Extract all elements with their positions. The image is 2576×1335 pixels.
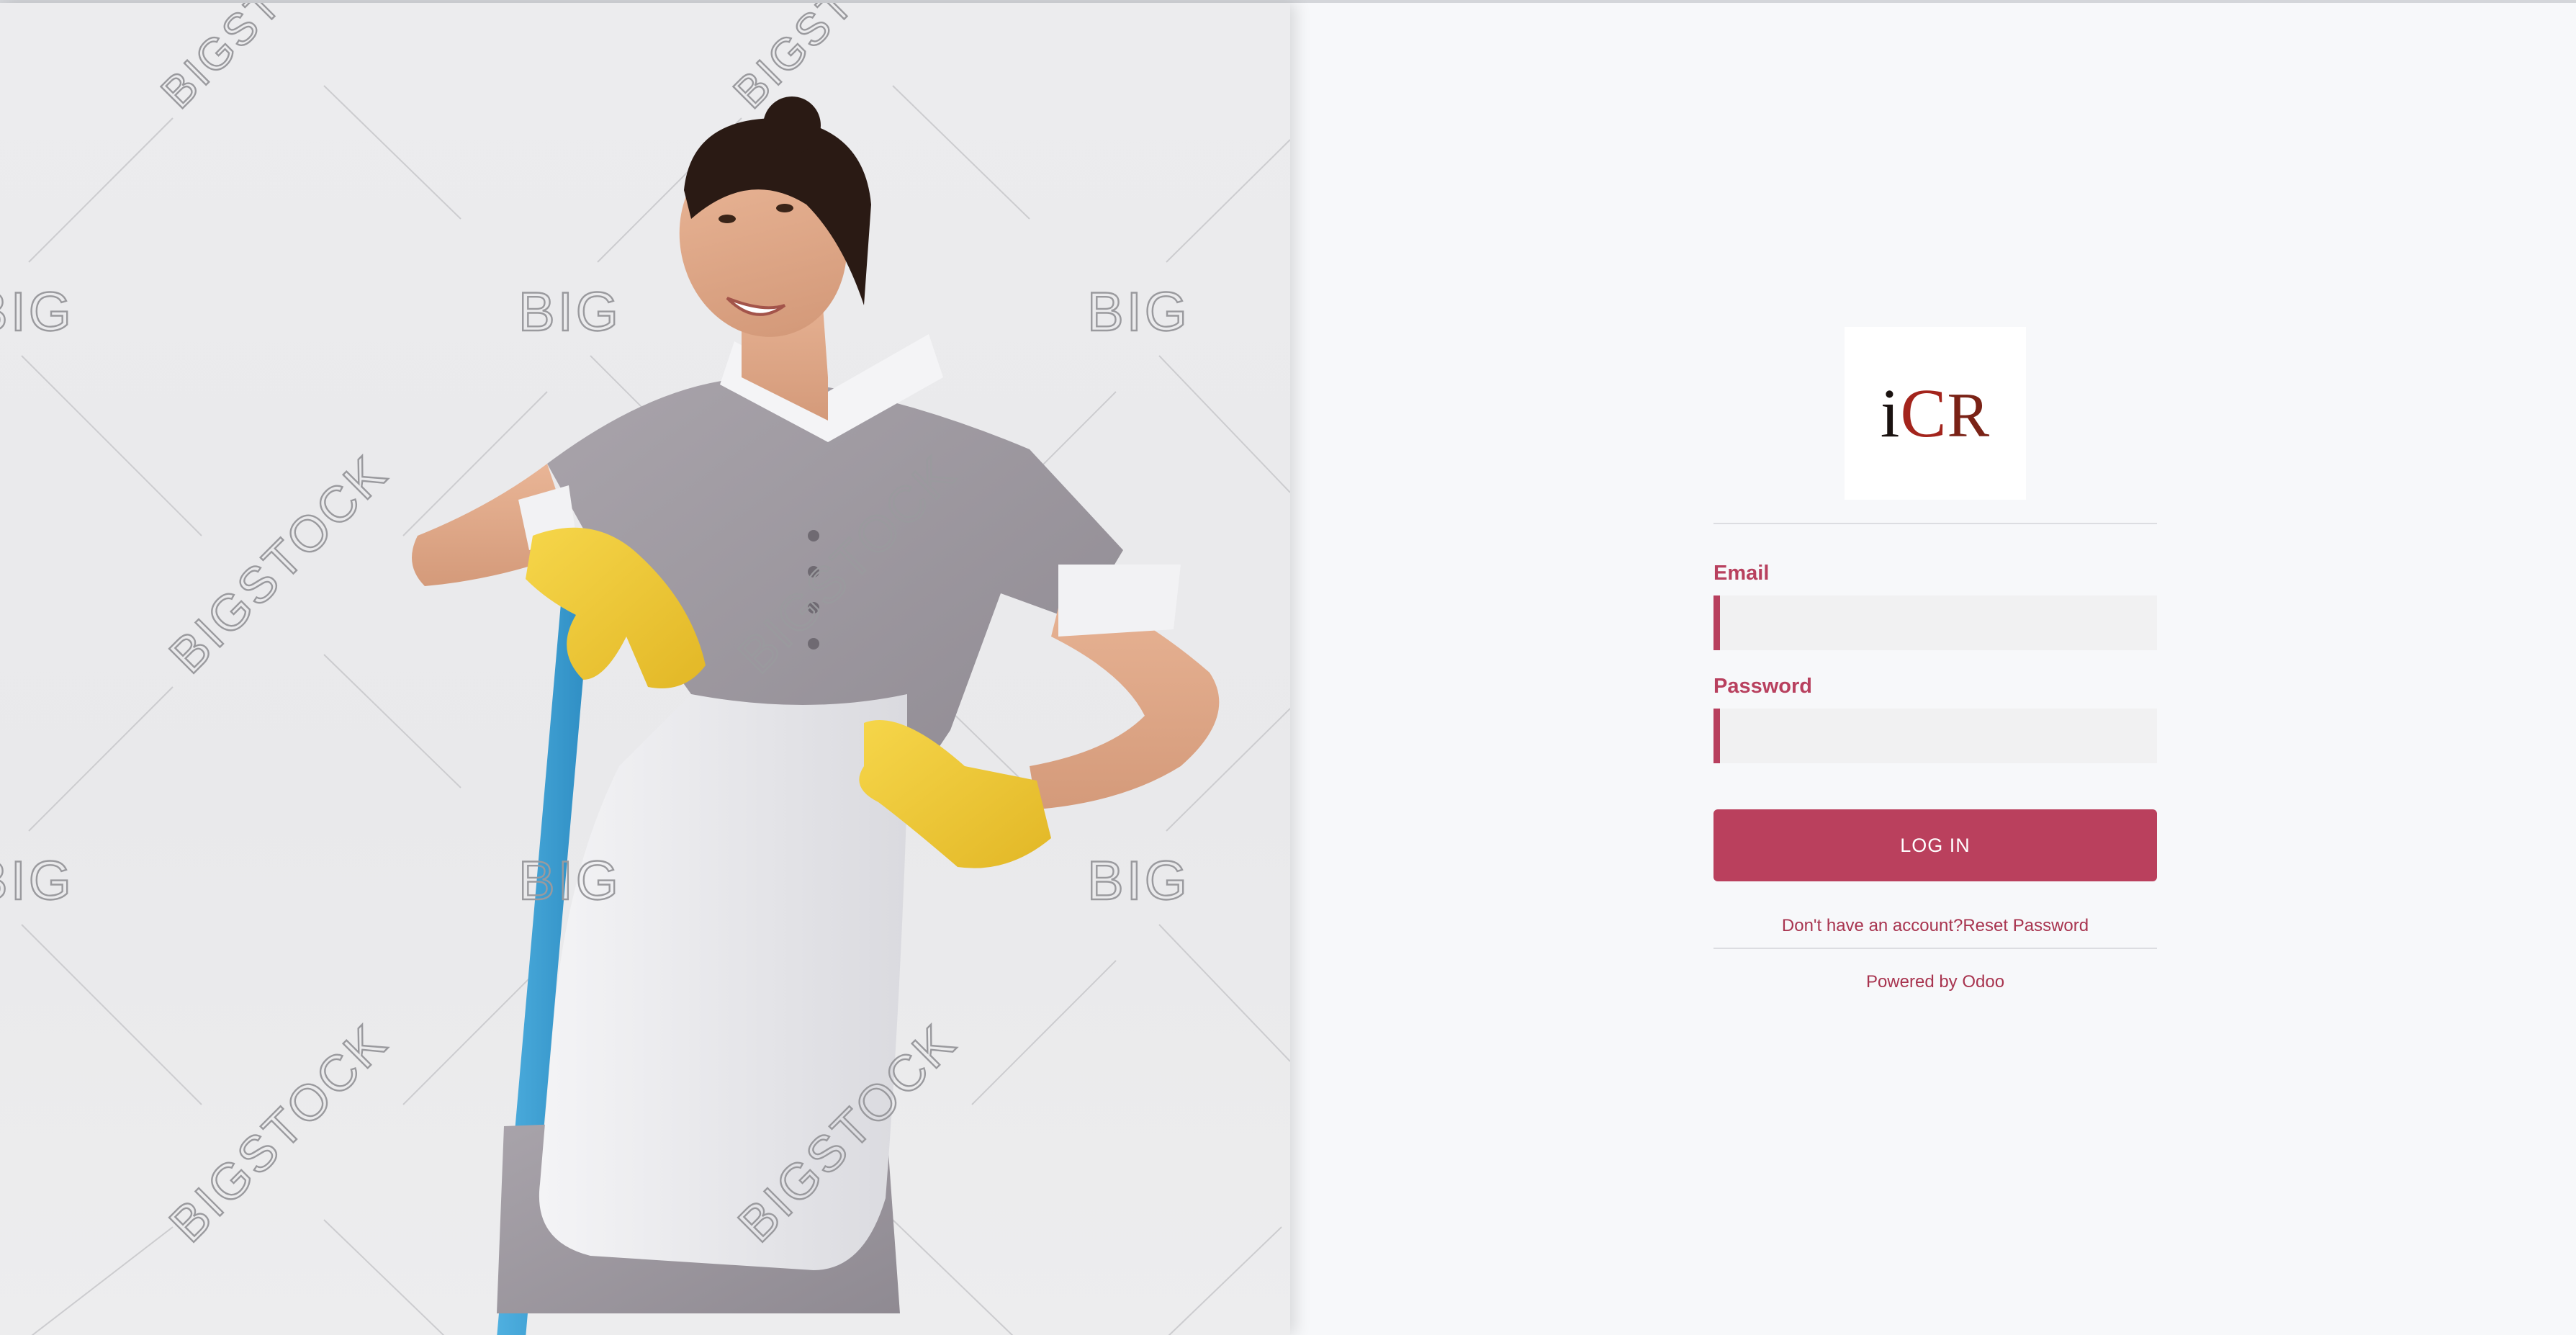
password-label: Password — [1713, 675, 1812, 698]
odoo-link[interactable]: Odoo — [1962, 972, 2004, 992]
svg-text:BIG: BIG — [0, 850, 74, 912]
footer-divider — [1713, 948, 2157, 949]
hero-image: BIGSTOCK BIGSTOCK BIGSTOCK BIGSTOCK BIGS… — [0, 3, 1290, 1335]
svg-text:BIG: BIG — [518, 850, 621, 912]
svg-text:BIGSTOCK: BIGSTOCK — [152, 3, 366, 118]
svg-text:BIGSTOCK: BIGSTOCK — [724, 3, 938, 118]
email-label: Email — [1713, 562, 1770, 585]
svg-text:BIG: BIG — [518, 282, 621, 343]
reset-password-link[interactable]: Reset Password — [1963, 916, 2089, 935]
svg-text:BIG: BIG — [0, 282, 74, 343]
login-page: BIGSTOCK BIGSTOCK BIGSTOCK BIGSTOCK BIGS… — [0, 0, 2576, 1335]
password-input[interactable] — [1713, 709, 2157, 763]
housekeeper-illustration: BIGSTOCK BIGSTOCK BIGSTOCK BIGSTOCK BIGS… — [0, 3, 1290, 1335]
logo-divider — [1713, 523, 2157, 524]
company-logo: iCR — [1845, 327, 2026, 500]
svg-text:BIG: BIG — [1087, 850, 1190, 912]
powered-by-prefix: Powered by — [1865, 972, 1963, 992]
powered-by: Powered by Odoo — [1713, 972, 2157, 992]
logo-letter-c: C — [1900, 374, 1947, 451]
account-links: Don't have an account?Reset Password — [1713, 916, 2157, 936]
logo-letter-i: i — [1880, 374, 1901, 451]
logo-letter-r: R — [1947, 381, 1991, 451]
login-panel: iCR Email Password LOG IN Don't have an … — [1290, 3, 2576, 1335]
email-input[interactable] — [1713, 595, 2157, 650]
login-form: iCR Email Password LOG IN Don't have an … — [1713, 327, 2157, 992]
signup-link[interactable]: Don't have an account? — [1782, 916, 1963, 935]
login-button[interactable]: LOG IN — [1713, 809, 2157, 881]
svg-text:BIGSTOCK: BIGSTOCK — [158, 444, 398, 684]
logo-wordmark: iCR — [1881, 379, 1990, 448]
svg-text:BIGSTOCK: BIGSTOCK — [158, 1013, 398, 1253]
svg-text:BIG: BIG — [1087, 282, 1190, 343]
